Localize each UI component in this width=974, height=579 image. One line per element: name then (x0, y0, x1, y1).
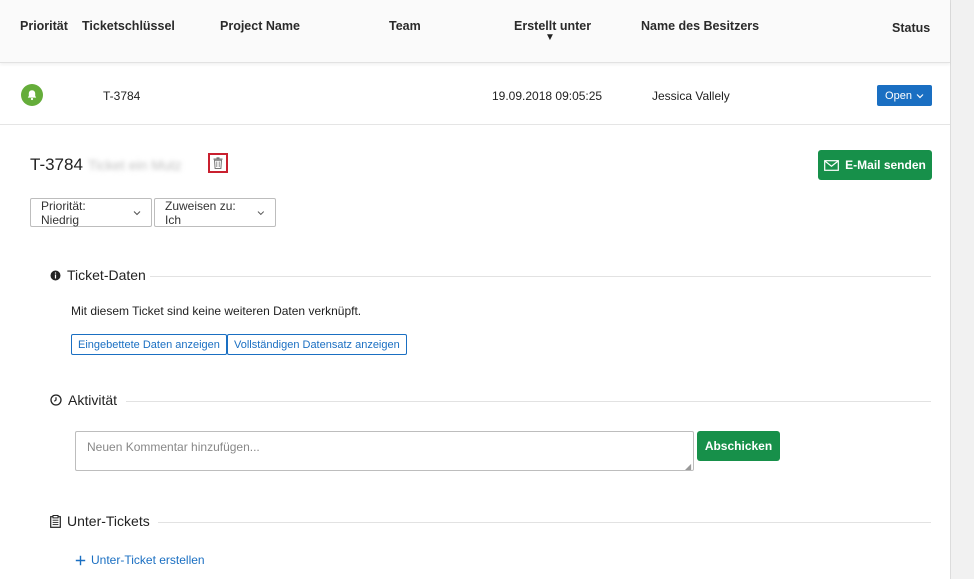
row-created: 19.09.2018 09:05:25 (492, 89, 603, 103)
column-header-project-name[interactable]: Project Name (220, 19, 300, 33)
divider (126, 401, 931, 402)
ticket-data-message: Mit diesem Ticket sind keine weiteren Da… (71, 304, 362, 318)
divider (158, 522, 931, 523)
table-header: Priorität Ticketschlüssel Project Name T… (0, 0, 950, 63)
subtickets-heading: Unter-Tickets (50, 513, 150, 529)
ticket-data-heading: Ticket-Daten (50, 267, 146, 283)
row-ticket-key[interactable]: T-3784 (103, 89, 140, 103)
status-dropdown-button[interactable]: Open (877, 85, 932, 106)
chevron-down-icon (916, 93, 924, 98)
delete-ticket-button[interactable] (208, 153, 228, 173)
comment-input[interactable] (75, 431, 694, 471)
assign-dropdown-label: Zuweisen zu: Ich (165, 198, 236, 227)
send-email-button[interactable]: E-Mail senden (818, 150, 932, 180)
subtickets-title: Unter-Tickets (67, 513, 150, 529)
status-label: Open (885, 89, 912, 102)
column-header-team[interactable]: Team (389, 19, 421, 33)
row-owner: Jessica Vallely (652, 89, 730, 103)
resize-grip-icon[interactable]: ◢ (685, 462, 691, 471)
ticket-title-blurred: Ticket ein Mutz (88, 157, 182, 173)
info-icon (50, 270, 61, 280)
assign-dropdown[interactable]: Zuweisen zu: Ich (154, 198, 276, 227)
column-header-owner[interactable]: Name des Besitzers (641, 19, 759, 33)
submit-comment-button[interactable]: Abschicken (697, 431, 780, 461)
clock-icon (50, 394, 62, 406)
table-row[interactable]: T-3784 19.09.2018 09:05:25 Jessica Valle… (0, 63, 950, 125)
page-scrollbar[interactable] (951, 0, 974, 579)
column-header-created[interactable]: Erstellt unter (514, 19, 591, 33)
column-header-ticket-key[interactable]: Ticketschlüssel (82, 19, 175, 33)
create-subticket-link[interactable]: Unter-Ticket erstellen (75, 553, 205, 567)
column-header-status[interactable]: Status (892, 21, 930, 35)
priority-dropdown[interactable]: Priorität: Niedrig (30, 198, 152, 227)
plus-icon (75, 555, 86, 565)
trash-icon (213, 157, 223, 169)
column-header-priority[interactable]: Priorität (20, 19, 68, 33)
activity-heading: Aktivität (50, 392, 117, 408)
sort-descending-icon: ▼ (545, 32, 555, 43)
activity-title: Aktivität (68, 392, 118, 408)
show-full-record-button[interactable]: Vollständigen Datensatz anzeigen (227, 334, 407, 355)
clipboard-icon (50, 514, 61, 528)
priority-dropdown-label: Priorität: Niedrig (41, 198, 86, 227)
send-email-label: E-Mail senden (845, 158, 926, 172)
create-subticket-label: Unter-Ticket erstellen (91, 553, 205, 567)
divider (150, 276, 931, 277)
ticket-data-title: Ticket-Daten (67, 267, 146, 283)
bell-icon (21, 84, 43, 106)
ticket-title: T-3784 (30, 155, 83, 174)
show-embedded-data-button[interactable]: Eingebettete Daten anzeigen (71, 334, 227, 355)
chevron-down-icon (133, 210, 141, 215)
chevron-down-icon (257, 210, 265, 215)
ticket-panel: Priorität Ticketschlüssel Project Name T… (0, 0, 951, 579)
envelope-icon (824, 159, 840, 171)
